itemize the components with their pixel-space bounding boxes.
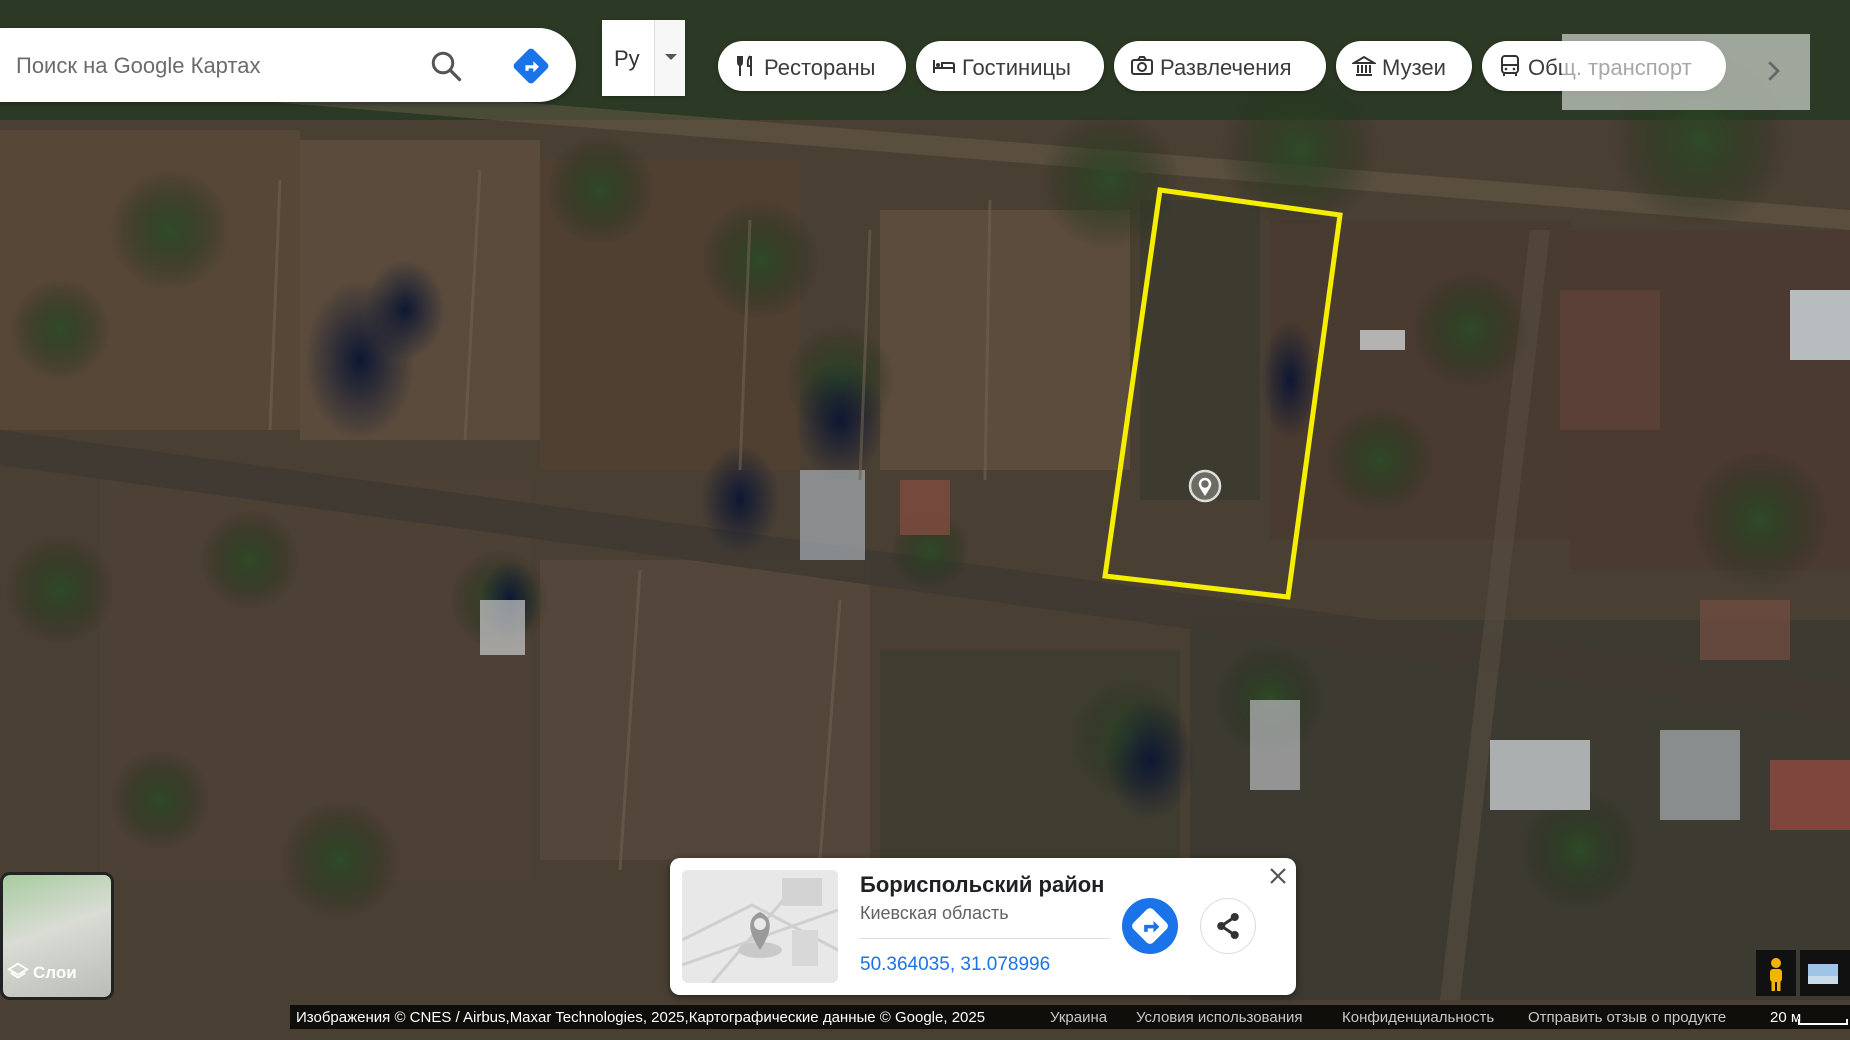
privacy-link[interactable]: Конфиденциальность xyxy=(1342,1009,1494,1026)
bus-icon xyxy=(1501,55,1519,76)
chip-label: Рестораны xyxy=(764,55,876,80)
chip-restaurants[interactable]: Рестораны xyxy=(718,41,906,91)
chips-scroll-right[interactable] xyxy=(1562,34,1810,110)
chip-label: Развлечения xyxy=(1160,55,1292,80)
scale-bar xyxy=(1798,1019,1848,1025)
search-box xyxy=(0,28,576,104)
imagery-icon xyxy=(1808,964,1838,984)
place-title: Бориспольский район xyxy=(860,872,1105,897)
chip-label: Музеи xyxy=(1382,55,1446,80)
museum-icon xyxy=(1352,55,1376,76)
language-select[interactable]: Ру xyxy=(602,20,685,96)
divider xyxy=(860,938,1110,939)
place-coordinates[interactable]: 50.364035, 31.078996 xyxy=(860,954,1050,976)
search-icon[interactable] xyxy=(428,48,464,84)
chevron-down-icon[interactable] xyxy=(654,20,685,96)
imagery-toggle[interactable] xyxy=(1800,950,1850,996)
close-icon[interactable] xyxy=(1266,864,1290,888)
place-card: Бориспольский район Киевская область 50.… xyxy=(670,858,1296,995)
pegman-icon xyxy=(1770,958,1782,991)
chip-label: Гостиницы xyxy=(962,55,1071,80)
place-subtitle: Киевская область xyxy=(860,903,1009,923)
layers-button[interactable]: Слои xyxy=(0,872,114,1000)
chip-hotels[interactable]: Гостиницы xyxy=(916,41,1104,91)
chip-museums[interactable]: Музеи xyxy=(1336,41,1472,91)
fork-knife-icon xyxy=(737,55,752,76)
imagery-attribution: Изображения © CNES / Airbus,Maxar Techno… xyxy=(296,1009,986,1026)
feedback-link[interactable]: Отправить отзыв о продукте xyxy=(1528,1009,1726,1026)
language-label: Ру xyxy=(614,46,640,71)
share-icon xyxy=(1217,912,1239,940)
directions-icon[interactable] xyxy=(512,47,550,85)
attribution-bar: Изображения © CNES / Airbus,Maxar Techno… xyxy=(290,1005,1850,1029)
terms-link[interactable]: Условия использования xyxy=(1136,1009,1303,1026)
layers-label: Слои xyxy=(33,963,77,982)
chevron-right-icon[interactable] xyxy=(1758,56,1788,86)
bed-icon xyxy=(933,60,955,73)
share-button[interactable] xyxy=(1200,898,1256,954)
chip-entertainment[interactable]: Развлечения xyxy=(1114,41,1326,91)
pegman-button[interactable] xyxy=(1756,950,1796,996)
search-input[interactable] xyxy=(14,28,418,104)
country-link[interactable]: Украина xyxy=(1050,1009,1107,1026)
place-thumbnail[interactable] xyxy=(682,870,838,983)
scale-label[interactable]: 20 м xyxy=(1770,1009,1801,1026)
directions-icon xyxy=(1132,908,1168,944)
directions-button[interactable] xyxy=(1122,898,1178,954)
layers-icon xyxy=(7,962,29,979)
camera-icon xyxy=(1131,56,1153,75)
